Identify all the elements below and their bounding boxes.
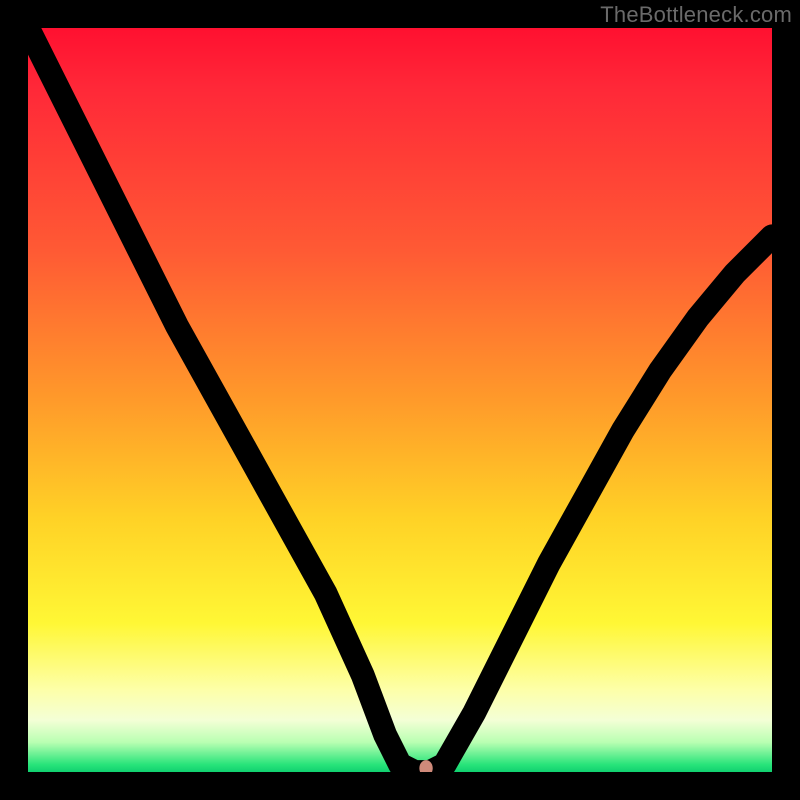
- plot-area: [28, 28, 772, 772]
- chart-frame: TheBottleneck.com: [0, 0, 800, 800]
- watermark-text: TheBottleneck.com: [600, 2, 792, 28]
- bottleneck-curve: [28, 28, 772, 772]
